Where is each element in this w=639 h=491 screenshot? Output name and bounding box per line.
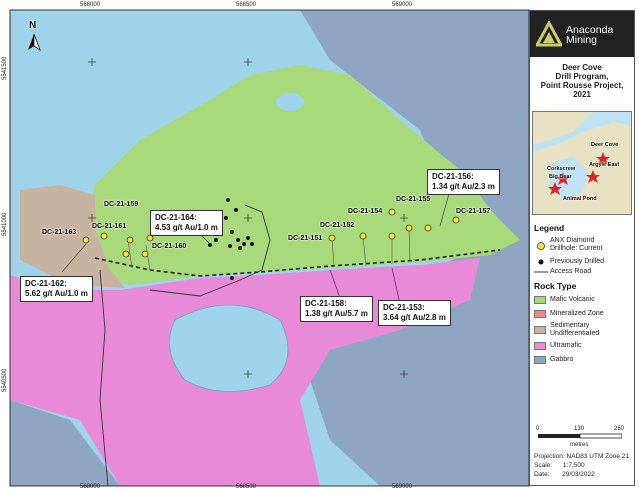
access-road-icon	[534, 271, 548, 273]
logo-line2: Mining	[566, 34, 597, 46]
legend-mafic: Mafic Volcanic	[550, 296, 595, 303]
legend-road: Access Road	[550, 268, 592, 275]
grid-top-568500: 568500	[236, 2, 257, 8]
scale-130: 130	[574, 426, 585, 432]
inset-big-bear: Big Bear	[549, 174, 572, 180]
logo: Anaconda Mining	[530, 11, 634, 57]
callout-dc-21-158: DC-21-158: 1.38 g/t Au/5.7 m	[300, 296, 373, 322]
hole-label-154: DC-21-154	[348, 208, 383, 215]
swatch-gabbro	[534, 356, 546, 364]
scale-bar	[538, 433, 622, 439]
swatch-ultramafic	[534, 342, 546, 350]
legend-mineralized: Mineralized Zone	[550, 310, 604, 317]
hole-label-151: DC-21-151	[288, 235, 323, 242]
legend-sedimentary: Sedimentary Undifferentiated	[550, 322, 600, 337]
hole-label-152: DC-21-152	[320, 222, 355, 229]
hole-label-160: DC-21-160	[152, 243, 187, 250]
scale-text: Scale: 1:7,500	[534, 462, 585, 469]
grid-left-5541000: 5541000	[2, 212, 8, 236]
projection: Projection: NAD83 UTM Zone 21	[534, 453, 630, 460]
date: Date: 29/03/2022	[534, 471, 595, 478]
previous-drillhole-icon	[538, 259, 544, 265]
scale-260: 260	[614, 426, 625, 432]
hole-label-163: DC-21-163	[42, 229, 77, 236]
grid-top-569000: 569000	[392, 2, 413, 8]
legend-ultramafic: Ultramafic	[550, 342, 582, 349]
callout-dc-21-162: DC-21-162: 5.62 g/t Au/1.0 m	[20, 276, 93, 302]
hole-label-157: DC-21-157	[456, 208, 491, 215]
rock-type-heading: Rock Type	[534, 281, 577, 291]
lake	[169, 304, 289, 392]
callout-dc-21-153: DC-21-153: 3.64 g/t Au/2.8 m	[378, 300, 451, 326]
grid-bottom-569000: 569000	[392, 484, 413, 490]
swatch-sedimentary	[534, 326, 546, 334]
scale-unit: metres	[570, 442, 589, 448]
inset-deer-cove: Deer Cove	[591, 142, 619, 148]
anx-drillhole-icon	[537, 242, 545, 250]
callout-dc-21-156: DC-21-156: 1.34 g/t Au/2.3 m	[427, 169, 500, 195]
hole-label-155: DC-21-155	[396, 196, 431, 203]
hole-label-161: DC-21-161	[92, 223, 127, 230]
swatch-mineralized	[534, 310, 546, 318]
logo-mark-icon	[536, 21, 562, 47]
swatch-mafic	[534, 296, 546, 304]
inset-corkscrew: Corkscrew	[547, 166, 576, 172]
grid-left-5540500: 5540500	[2, 368, 8, 392]
grid-bottom-568500: 568500	[236, 484, 257, 490]
location-inset-map: Deer Cove Argyle East Animal Pond Corksc…	[532, 111, 632, 215]
scale-0: 0	[536, 426, 540, 432]
grid-left-5541500: 5541500	[2, 56, 8, 80]
legend-heading: Legend	[534, 223, 565, 233]
legend-panel: Anaconda Mining Deer Cove Drill Program,…	[529, 10, 635, 486]
callout-dc-21-164: DC-21-164: 4.53 g/t Au/1.0 m	[150, 210, 223, 236]
grid-top-568000: 568000	[80, 2, 101, 8]
north-label: N	[29, 20, 37, 31]
inset-animal-pond: Animal Pond	[563, 196, 597, 202]
inset-argyle-east: Argyle East	[589, 162, 620, 168]
map-title: Deer Cove Drill Program, Point Rousse Pr…	[540, 63, 624, 99]
legend-previous: Previously Drilled	[550, 258, 605, 265]
legend-gabbro: Gabbro	[550, 356, 574, 363]
legend-anx: ANX Diamond Drillhole: Current	[550, 237, 603, 252]
hole-label-159: DC-21-159	[104, 201, 139, 208]
pond	[276, 93, 304, 111]
grid-bottom-568000: 568000	[80, 484, 101, 490]
